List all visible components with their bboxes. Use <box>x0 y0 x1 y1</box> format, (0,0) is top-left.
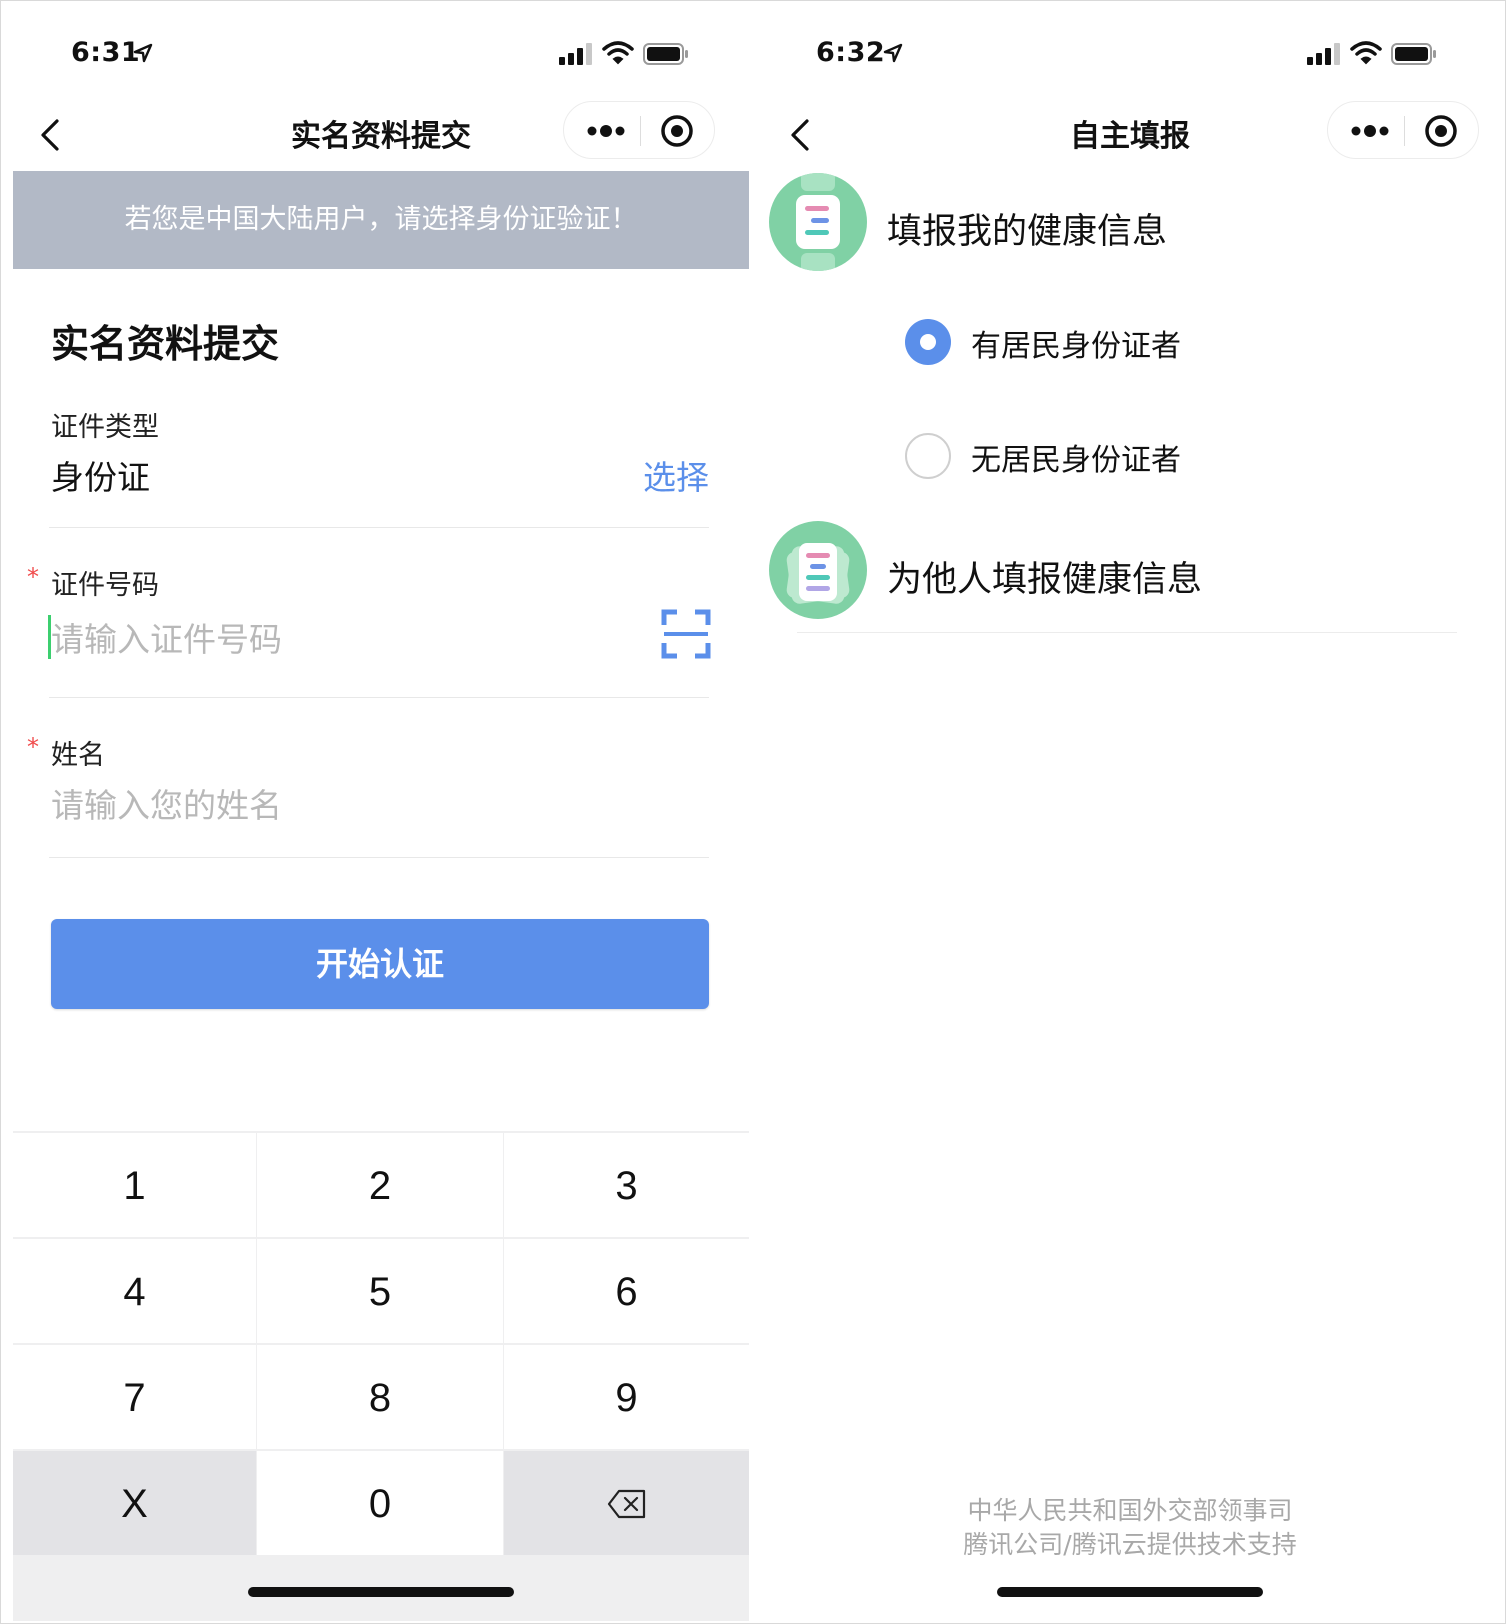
required-mark: * <box>27 563 39 591</box>
radio-with-id-card[interactable] <box>905 319 951 365</box>
battery-icon <box>643 43 688 65</box>
mini-program-capsule <box>563 101 715 159</box>
without-id-card-label[interactable]: 无居民身份证者 <box>971 435 1181 479</box>
health-documents-stack-icon <box>769 521 867 619</box>
report-for-others-option[interactable]: 为他人填报健康信息 <box>761 521 1499 621</box>
key-1[interactable]: 1 <box>13 1133 256 1237</box>
id-type-label: 证件类型 <box>51 412 159 443</box>
id-number-input[interactable]: 请输入证件号码 <box>51 613 282 661</box>
more-dots-icon[interactable] <box>1350 122 1390 140</box>
location-arrow-icon <box>133 43 153 63</box>
home-indicator <box>997 1587 1263 1597</box>
cellular-signal-icon <box>1307 43 1340 65</box>
mainland-user-notice: 若您是中国大陆用户，请选择身份证验证！ <box>13 171 749 269</box>
status-time: 6:32 <box>816 37 886 68</box>
backspace-icon <box>607 1489 645 1519</box>
backspace-key[interactable] <box>504 1451 749 1555</box>
footer-organization: 中华人民共和国外交部领事司 <box>967 1496 1293 1525</box>
cellular-signal-icon <box>559 43 592 65</box>
capsule-divider <box>640 116 641 146</box>
screenshot-frame: 6:31 实名资料提交 若您是中国大陆用户，请选择身份证验证！ 实名资料提交 证… <box>0 0 1506 1624</box>
mini-program-capsule <box>1327 101 1479 159</box>
key-9[interactable]: 9 <box>504 1345 749 1449</box>
key-5[interactable]: 5 <box>257 1239 503 1343</box>
self-report-title: 填报我的健康信息 <box>887 212 1168 252</box>
id-number-label: 证件号码 <box>51 570 159 601</box>
field-divider <box>49 527 709 528</box>
start-verification-button[interactable]: 开始认证 <box>51 919 709 1009</box>
name-label: 姓名 <box>51 740 105 771</box>
home-indicator <box>248 1587 514 1597</box>
self-report-option[interactable]: 填报我的健康信息 <box>761 173 1499 273</box>
close-target-icon[interactable] <box>660 114 694 148</box>
key-0[interactable]: 0 <box>257 1451 503 1555</box>
right-phone-screen: 6:32 自主填报 填报我的健康信息 有居民身份证者 无居民身份证者 为他人填报… <box>761 5 1499 1621</box>
key-8[interactable]: 8 <box>257 1345 503 1449</box>
field-divider <box>49 697 709 698</box>
left-phone-screen: 6:31 实名资料提交 若您是中国大陆用户，请选择身份证验证！ 实名资料提交 证… <box>13 5 749 1621</box>
navigation-bar: 自主填报 <box>761 95 1499 171</box>
status-bar: 6:31 <box>13 5 749 95</box>
field-divider <box>49 857 709 858</box>
key-4[interactable]: 4 <box>13 1239 256 1343</box>
with-id-card-label[interactable]: 有居民身份证者 <box>971 321 1181 365</box>
numeric-keyboard: 1 2 3 4 5 6 7 8 9 X 0 <box>13 1131 749 1621</box>
id-type-value: 身份证 <box>51 458 150 497</box>
report-for-others-title: 为他人填报健康信息 <box>887 560 1203 600</box>
status-bar: 6:32 <box>761 5 1499 95</box>
location-arrow-icon <box>883 43 903 63</box>
close-target-icon[interactable] <box>1424 114 1458 148</box>
more-dots-icon[interactable] <box>586 122 626 140</box>
list-divider <box>797 632 1457 633</box>
key-7[interactable]: 7 <box>13 1345 256 1449</box>
key-x[interactable]: X <box>13 1451 256 1555</box>
key-2[interactable]: 2 <box>257 1133 503 1237</box>
scan-id-icon[interactable] <box>661 609 711 659</box>
name-input[interactable]: 请输入您的姓名 <box>51 779 282 827</box>
key-6[interactable]: 6 <box>504 1239 749 1343</box>
required-mark: * <box>27 733 39 761</box>
footer-tech-support: 腾讯公司/腾讯云提供技术支持 <box>963 1530 1297 1559</box>
navigation-bar: 实名资料提交 <box>13 95 749 171</box>
health-document-icon <box>769 173 867 271</box>
form-title: 实名资料提交 <box>51 322 280 366</box>
wifi-icon <box>602 41 634 65</box>
status-time: 6:31 <box>71 37 141 68</box>
capsule-divider <box>1404 116 1405 146</box>
radio-without-id-card[interactable] <box>905 433 951 479</box>
battery-icon <box>1391 43 1436 65</box>
key-3[interactable]: 3 <box>504 1133 749 1237</box>
wifi-icon <box>1350 41 1382 65</box>
id-type-select-link[interactable]: 选择 <box>643 451 709 499</box>
